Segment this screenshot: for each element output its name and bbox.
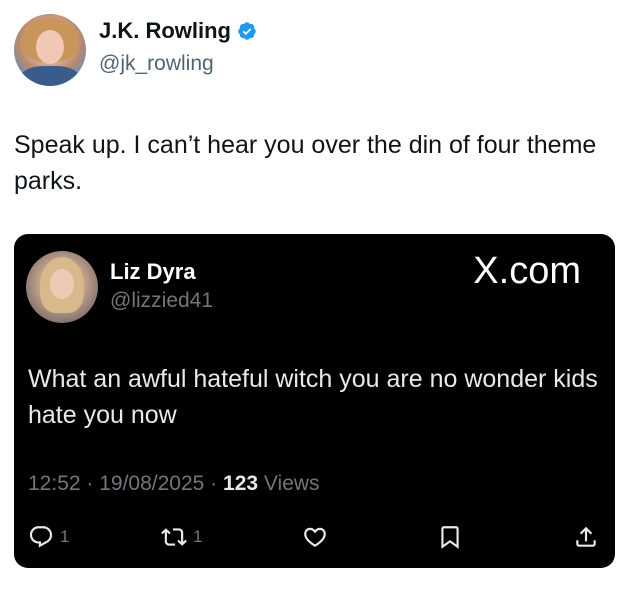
avatar-face	[50, 269, 74, 299]
reply-count: 1	[60, 527, 70, 546]
quoted-tweet-card[interactable]: Liz Dyra @lizzied41 X.com What an awful …	[14, 234, 615, 568]
meta-separator: ·	[86, 472, 100, 495]
action-bar: 1 1	[14, 524, 615, 554]
author-name[interactable]: J.K. Rowling	[99, 18, 257, 44]
tweet-time[interactable]: 12:52	[28, 472, 81, 495]
quoted-tweet-text: What an awful hateful witch you are no w…	[28, 365, 598, 429]
share-icon	[576, 526, 596, 547]
avatar-face	[36, 30, 64, 64]
bookmark-icon	[441, 526, 459, 549]
quoted-author-name[interactable]: Liz Dyra	[110, 259, 196, 285]
like-icon	[304, 527, 326, 547]
reply-icon	[29, 526, 53, 548]
views-label: Views	[263, 472, 320, 495]
author-name-text[interactable]: J.K. Rowling	[99, 18, 231, 44]
views-count: 123	[223, 472, 259, 495]
x-brand-logo: X.com	[473, 250, 581, 292]
repost-button[interactable]: 1	[161, 524, 202, 550]
quoted-author-handle[interactable]: @lizzied41	[110, 289, 213, 313]
tweet-date[interactable]: 19/08/2025	[99, 472, 204, 495]
like-button[interactable]	[302, 524, 328, 550]
author-avatar[interactable]	[14, 14, 86, 86]
share-button[interactable]	[573, 524, 599, 550]
quoted-author-avatar[interactable]	[26, 251, 98, 323]
verified-badge-icon	[238, 22, 256, 40]
repost-icon	[161, 528, 187, 546]
author-handle[interactable]: @jk_rowling	[99, 52, 214, 76]
repost-count: 1	[193, 527, 203, 546]
tweet-text: Speak up. I can’t hear you over the din …	[14, 131, 597, 195]
avatar-body	[20, 66, 80, 86]
reply-button[interactable]: 1	[28, 524, 69, 550]
bookmark-button[interactable]	[437, 524, 463, 550]
meta-separator: ·	[210, 472, 224, 495]
quoted-tweet-meta: 12:52 · 19/08/2025 · 123 Views	[28, 472, 320, 496]
